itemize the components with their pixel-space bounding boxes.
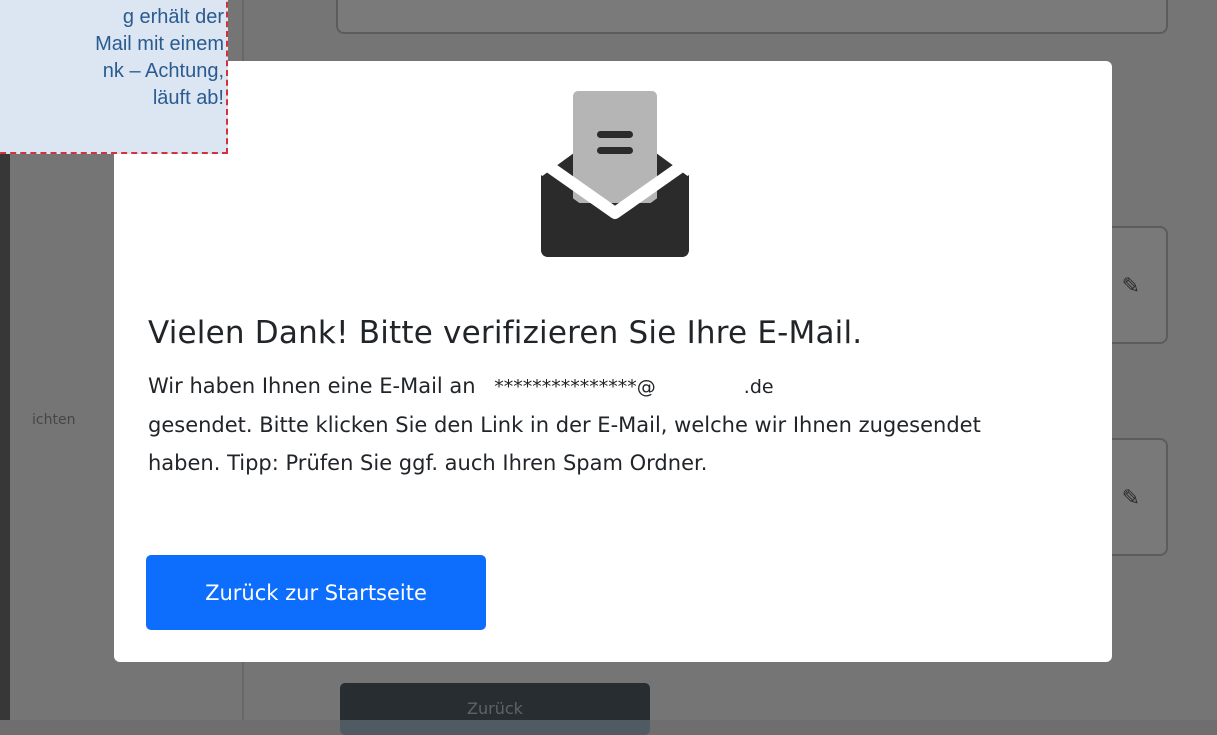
body-suffix: gesendet. Bitte klicken Sie den Link in …: [148, 413, 981, 475]
verification-modal: Vielen Dank! Bitte verifizieren Sie Ihre…: [114, 61, 1112, 662]
body-prefix: Wir haben Ihnen eine E-Mail an: [148, 374, 476, 398]
back-to-home-button[interactable]: Zurück zur Startseite: [146, 555, 486, 630]
callout-text: g erhält der Mail mit einem nk – Achtung…: [95, 6, 224, 109]
masked-email: ***************@ .de: [494, 368, 773, 406]
annotation-callout: g erhält der Mail mit einem nk – Achtung…: [0, 0, 228, 154]
modal-title: Vielen Dank! Bitte verifizieren Sie Ihre…: [148, 315, 863, 351]
modal-body-text: Wir haben Ihnen eine E-Mail an *********…: [148, 367, 1048, 482]
email-domain: .de: [743, 376, 774, 398]
email-local-part: ***************@: [494, 376, 656, 398]
open-envelope-icon: [537, 91, 693, 257]
